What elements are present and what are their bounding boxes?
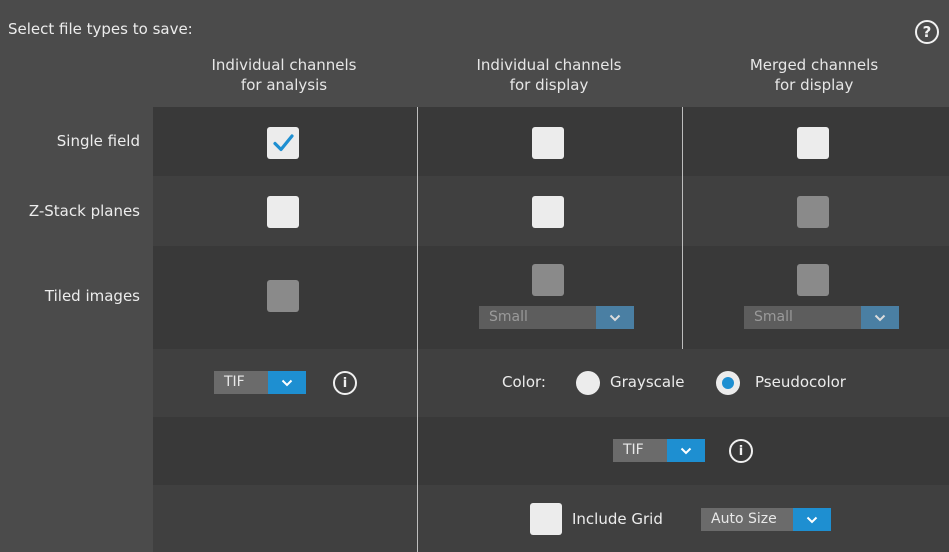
tiled-merged-size-select[interactable]: Small xyxy=(744,306,899,329)
radio-grayscale[interactable] xyxy=(576,371,600,395)
select-value: Auto Size xyxy=(701,508,793,531)
column-header-display: Individual channels for display xyxy=(418,55,680,95)
checkbox-single-analysis[interactable] xyxy=(267,127,299,159)
row-label-tiled: Tiled images xyxy=(44,287,140,305)
checkbox-zstack-merged[interactable] xyxy=(797,196,829,228)
radio-grayscale-label: Grayscale xyxy=(610,373,685,391)
chevron-down-icon xyxy=(793,508,831,531)
column-header-line: Individual channels xyxy=(211,56,357,74)
chevron-down-icon xyxy=(596,306,634,329)
help-icon[interactable]: ? xyxy=(915,20,939,44)
grid-size-select[interactable]: Auto Size xyxy=(701,508,831,531)
column-header-line: Individual channels xyxy=(476,56,622,74)
radio-selected-dot xyxy=(722,377,734,389)
column-header-line: Merged channels xyxy=(749,56,879,74)
checkmark-icon xyxy=(273,134,294,152)
display-format-select[interactable]: TIF xyxy=(613,439,705,462)
radio-pseudocolor-label: Pseudocolor xyxy=(755,373,846,391)
checkbox-tiled-analysis[interactable] xyxy=(267,280,299,312)
row-label-zstack: Z-Stack planes xyxy=(28,202,140,220)
checkbox-single-merged[interactable] xyxy=(797,127,829,159)
analysis-format-select[interactable]: TIF xyxy=(214,371,306,394)
column-header-analysis: Individual channels for analysis xyxy=(153,55,415,95)
checkbox-single-display[interactable] xyxy=(532,127,564,159)
column-header-line: for display xyxy=(509,76,589,94)
checkbox-zstack-analysis[interactable] xyxy=(267,196,299,228)
color-label: Color: xyxy=(502,373,546,391)
chevron-down-icon xyxy=(861,306,899,329)
checkbox-tiled-merged[interactable] xyxy=(797,264,829,296)
select-value: TIF xyxy=(613,439,667,462)
chevron-down-icon xyxy=(667,439,705,462)
column-divider xyxy=(417,107,418,552)
display-format-info-icon[interactable]: i xyxy=(729,439,753,463)
select-value: Small xyxy=(479,306,596,329)
include-grid-label: Include Grid xyxy=(572,510,663,528)
select-value: Small xyxy=(744,306,861,329)
row-label-single-field: Single field xyxy=(56,132,140,150)
checkbox-tiled-display[interactable] xyxy=(532,264,564,296)
select-value: TIF xyxy=(214,371,268,394)
column-header-line: for analysis xyxy=(240,76,328,94)
chevron-down-icon xyxy=(268,371,306,394)
column-divider xyxy=(682,107,683,349)
checkbox-zstack-display[interactable] xyxy=(532,196,564,228)
analysis-format-info-icon[interactable]: i xyxy=(333,371,357,395)
column-header-line: for display xyxy=(774,76,854,94)
checkbox-include-grid[interactable] xyxy=(530,503,562,535)
radio-pseudocolor[interactable] xyxy=(716,371,740,395)
tiled-display-size-select[interactable]: Small xyxy=(479,306,634,329)
header-title: Select file types to save: xyxy=(8,20,193,38)
row-band-display-format xyxy=(153,417,949,485)
column-header-merged: Merged channels for display xyxy=(683,55,945,95)
